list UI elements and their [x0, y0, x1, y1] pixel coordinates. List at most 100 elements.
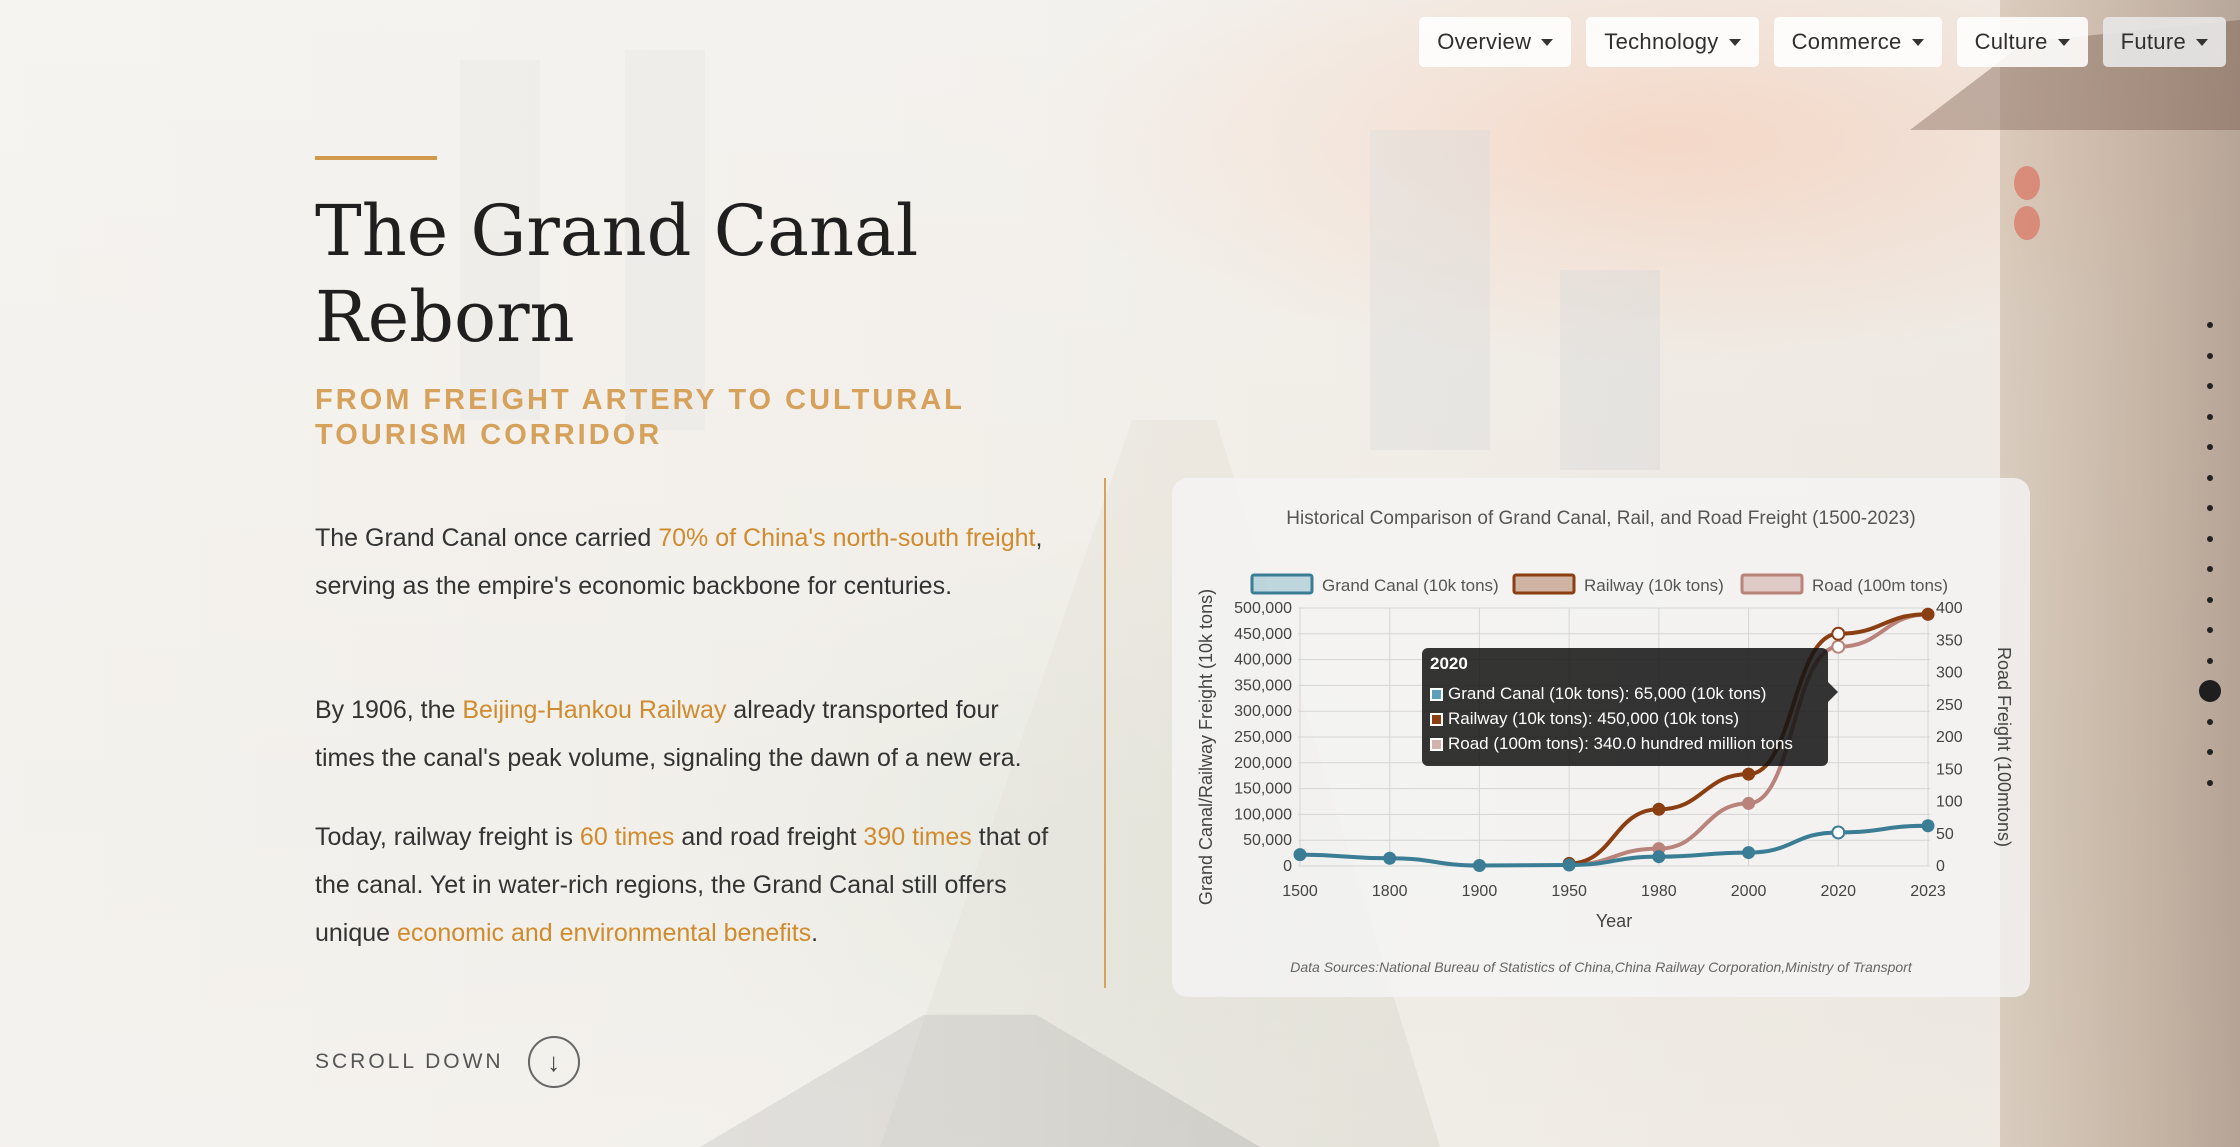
- section-dot[interactable]: [2207, 352, 2213, 359]
- background-skyline: [1370, 130, 1490, 450]
- highlight-text: 70% of China's north-south freight: [658, 524, 1036, 552]
- data-point: [1831, 825, 1846, 840]
- nav-culture-button[interactable]: Culture: [1956, 17, 2088, 67]
- caret-down-icon: [2057, 38, 2070, 46]
- scroll-down-control[interactable]: SCROLL DOWN ↓: [315, 1036, 580, 1088]
- section-dot[interactable]: [2207, 779, 2213, 786]
- section-dot[interactable]: [2207, 474, 2213, 481]
- tooltip-row-text: Road (100m tons): 340.0 hundred million …: [1448, 734, 1793, 753]
- data-point: [1472, 858, 1486, 872]
- y-tick-label: 150,000: [1234, 781, 1292, 798]
- x-tick-label: 1980: [1641, 883, 1677, 900]
- chart-tooltip: 2020 Grand Canal (10k tons): 65,000 (10k…: [1422, 648, 1828, 766]
- section-dot[interactable]: [2207, 383, 2213, 389]
- data-point: [1921, 607, 1935, 621]
- vertical-divider: [1104, 478, 1106, 988]
- nav-technology-button[interactable]: Technology: [1586, 17, 1759, 67]
- legend-label: Railway (10k tons): [1584, 576, 1724, 595]
- section-dot[interactable]: [2207, 596, 2213, 603]
- nav-future-button[interactable]: Future: [2102, 17, 2226, 67]
- arrow-down-icon[interactable]: ↓: [527, 1036, 580, 1088]
- x-axis-title: Year: [1596, 911, 1632, 931]
- page-subtitle: FROM FREIGHT ARTERY TO CULTURAL TOURISM …: [315, 384, 965, 451]
- legend-swatch: [1430, 737, 1443, 751]
- y-tick-label: 100,000: [1234, 806, 1292, 823]
- x-tick-label: 2023: [1910, 883, 1946, 900]
- section-dot[interactable]: [2207, 718, 2213, 725]
- y2-tick-label: 200: [1936, 729, 1963, 746]
- data-point: [1562, 858, 1576, 872]
- y-tick-label: 250,000: [1234, 729, 1292, 746]
- data-point: [1652, 850, 1666, 864]
- legend-swatch: [1250, 573, 1314, 595]
- lantern-icon: [2014, 166, 2040, 200]
- data-point: [1383, 851, 1397, 865]
- y2-axis-title: Road Freight (100mtons): [1994, 647, 2014, 847]
- section-dot[interactable]: [2207, 444, 2213, 450]
- legend-swatch: [1740, 573, 1804, 595]
- page-title: The Grand Canal Reborn: [315, 190, 919, 358]
- section-dot[interactable]: [2207, 749, 2213, 755]
- data-point: [1293, 848, 1307, 862]
- data-point: [1921, 819, 1935, 833]
- y2-tick-label: 100: [1936, 794, 1963, 811]
- y2-tick-label: 400: [1936, 600, 1963, 617]
- legend-label: Grand Canal (10k tons): [1322, 576, 1499, 595]
- data-point: [1831, 626, 1846, 641]
- tooltip-row: Road (100m tons): 340.0 hundred million …: [1430, 734, 1793, 754]
- y-tick-label: 350,000: [1234, 677, 1292, 694]
- nav-label: Future: [2120, 29, 2186, 54]
- paragraph-text: and road freight: [674, 823, 864, 851]
- nav-label: Overview: [1437, 29, 1532, 54]
- data-point: [1742, 796, 1756, 810]
- data-point: [1831, 639, 1846, 654]
- section-dot[interactable]: [2207, 322, 2213, 328]
- y2-tick-label: 0: [1936, 858, 1945, 875]
- scroll-down-label: SCROLL DOWN: [315, 1050, 504, 1073]
- highlight-text: 60 times: [579, 823, 675, 851]
- tooltip-row-text: Grand Canal (10k tons): 65,000 (10k tons…: [1448, 684, 1767, 703]
- paragraph-text: By 1906, the: [315, 696, 463, 724]
- y2-tick-label: 350: [1936, 632, 1963, 649]
- x-tick-label: 2020: [1820, 883, 1856, 900]
- nav-commerce-button[interactable]: Commerce: [1773, 17, 1942, 67]
- section-dot[interactable]: [2207, 657, 2213, 664]
- x-tick-label: 2000: [1731, 883, 1767, 900]
- highlight-text: economic and environmental benefits: [397, 919, 812, 947]
- section-dot[interactable]: [2207, 505, 2213, 511]
- data-point: [1652, 802, 1666, 816]
- y-tick-label: 300,000: [1234, 703, 1292, 720]
- nav-label: Commerce: [1791, 29, 1902, 54]
- x-tick-label: 1500: [1282, 883, 1318, 900]
- x-tick-label: 1800: [1372, 883, 1408, 900]
- intro-paragraph-2: By 1906, the Beijing-Hankou Railway alre…: [315, 686, 1055, 782]
- y-tick-label: 500,000: [1234, 600, 1292, 617]
- section-dot[interactable]: [2207, 535, 2213, 542]
- x-tick-label: 1950: [1551, 883, 1587, 900]
- tooltip-title: 2020: [1430, 654, 1468, 673]
- y2-tick-label: 300: [1936, 665, 1963, 682]
- caret-down-icon: [1541, 38, 1554, 46]
- highlight-text: 390 times: [863, 823, 972, 851]
- background-pagoda-roof: [700, 1014, 1260, 1147]
- section-dot[interactable]: [2199, 680, 2221, 702]
- legend-swatch: [1512, 573, 1576, 595]
- section-dot[interactable]: [2207, 413, 2213, 420]
- data-point: [1742, 767, 1756, 781]
- y-tick-label: 50,000: [1243, 832, 1292, 849]
- y-tick-label: 400,000: [1234, 652, 1292, 669]
- tooltip-row-text: Railway (10k tons): 450,000 (10k tons): [1448, 709, 1740, 728]
- section-dot[interactable]: [2207, 627, 2213, 633]
- nav-overview-button[interactable]: Overview: [1419, 17, 1572, 67]
- paragraph-text: .: [811, 919, 819, 947]
- lantern-icon: [2014, 206, 2040, 240]
- section-dot[interactable]: [2207, 566, 2213, 572]
- data-point: [1742, 846, 1756, 860]
- top-nav: Overview Technology Commerce Culture Fut…: [1419, 17, 2226, 67]
- legend-swatch: [1430, 687, 1443, 701]
- tooltip-arrow: [1828, 682, 1838, 702]
- tooltip-row: Grand Canal (10k tons): 65,000 (10k tons…: [1430, 684, 1766, 704]
- y-tick-label: 200,000: [1234, 755, 1292, 772]
- y2-tick-label: 150: [1936, 761, 1963, 778]
- intro-paragraph-1: The Grand Canal once carried 70% of Chin…: [315, 514, 1055, 610]
